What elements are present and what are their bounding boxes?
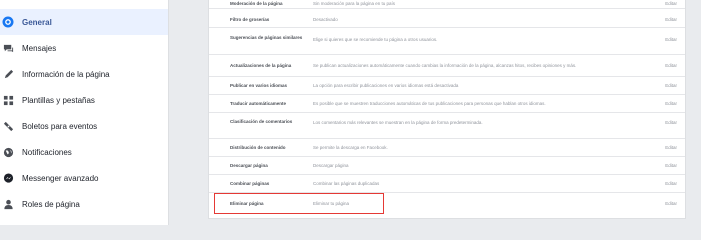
sidebar-item-templates-tabs[interactable]: Plantillas y pestañas [0,87,168,113]
settings-row-download-page[interactable]: Descargar página Descargar página Editar [209,157,685,175]
chat-bubble-icon [2,42,14,54]
setting-label: Descargar página [230,163,268,168]
setting-value: Elige si quieres que se recomiende tu pá… [313,37,438,42]
setting-label: Filtro de groserías [230,17,270,22]
sidebar-item-general[interactable]: General [0,9,168,35]
setting-label: Traducir automáticamente [230,101,287,106]
sidebar-item-messages[interactable]: Mensajes [0,35,168,61]
settings-row-page-updates[interactable]: Actualizaciones de la página Se publican… [209,55,685,77]
person-icon [2,198,14,210]
setting-label: Combinar páginas [230,181,270,186]
setting-value: Se permite la descarga en Facebook. [313,145,388,150]
pencil-icon [2,68,14,80]
setting-label: Publicar en varios idiomas [230,83,288,88]
setting-label: Distribución de contenido [230,145,286,150]
setting-value: Combinar las páginas duplicadas [313,181,380,186]
settings-row-auto-translate[interactable]: Traducir automáticamente Es posible que … [209,95,685,113]
setting-label: Actualizaciones de la página [230,63,292,68]
edit-link[interactable]: Editar [665,120,677,126]
settings-sidebar: General Mensajes Información de la págin… [0,0,169,225]
ticket-icon [2,120,14,132]
setting-value: Eliminar tu página [313,201,350,206]
setting-value: Sin moderación para la página en tu país [313,1,396,6]
sidebar-item-label: Messenger avanzado [22,173,99,183]
sidebar-item-page-roles[interactable]: Roles de página [0,191,168,217]
setting-value: Desactivado [313,17,338,22]
setting-value: Se publican actualizaciones automáticame… [313,63,577,68]
messenger-icon [2,172,14,184]
setting-value: Es posible que se muestren traducciones … [313,101,546,106]
sidebar-item-label: Roles de página [22,199,80,209]
settings-row-comment-ranking[interactable]: Clasificación de comentarios Los comenta… [209,113,685,139]
sidebar-item-label: General [22,17,52,27]
grid-icon [2,94,14,106]
setting-value: La opción para escribir publicaciones en… [313,83,459,88]
setting-label: Sugerencias de páginas similares [230,35,303,40]
settings-row-remove-page[interactable]: Eliminar página Eliminar tu página Edita… [209,193,685,218]
edit-link[interactable]: Editar [665,17,677,23]
edit-link[interactable]: Editar [665,163,677,169]
edit-link[interactable]: Editar [665,83,677,89]
sidebar-item-label: Información de la página [22,69,110,79]
settings-row-profanity-filter[interactable]: Filtro de groserías Desactivado Editar [209,9,685,28]
sidebar-item-notifications[interactable]: Notificaciones [0,139,168,165]
edit-link[interactable]: Editar [665,63,677,69]
general-settings-panel: Moderación de la página Sin moderación p… [208,0,686,219]
setting-label: Eliminar página [230,201,264,206]
sidebar-item-label: Boletos para eventos [22,121,98,131]
settings-row-multi-language-posts[interactable]: Publicar en varios idiomas La opción par… [209,77,685,95]
setting-value: Los comentarios más relevantes se muestr… [313,120,483,125]
sidebar-item-event-tickets[interactable]: Boletos para eventos [0,113,168,139]
sidebar-item-label: Plantillas y pestañas [22,95,95,105]
settings-row-merge-pages[interactable]: Combinar páginas Combinar las páginas du… [209,175,685,193]
edit-link[interactable]: Editar [665,181,677,187]
edit-link[interactable]: Editar [665,101,677,107]
edit-link[interactable]: Editar [665,1,677,7]
setting-value: Descargar página [313,163,349,168]
settings-row-content-distribution[interactable]: Distribución de contenido Se permite la … [209,139,685,157]
edit-link[interactable]: Editar [665,145,677,151]
setting-label: Moderación de la página [230,1,283,6]
gear-icon [2,16,14,28]
edit-link[interactable]: Editar [665,201,677,207]
sidebar-item-label: Notificaciones [22,147,72,157]
sidebar-item-advanced-messenger[interactable]: Messenger avanzado [0,165,168,191]
sidebar-item-page-info[interactable]: Información de la página [0,61,168,87]
globe-icon [2,146,14,158]
sidebar-item-label: Mensajes [22,43,57,53]
setting-label: Clasificación de comentarios [230,119,293,124]
settings-row-page-moderation[interactable]: Moderación de la página Sin moderación p… [209,0,685,9]
edit-link[interactable]: Editar [665,37,677,43]
page-settings-screen: General Mensajes Información de la págin… [0,0,701,225]
settings-row-similar-page-suggestions[interactable]: Sugerencias de páginas similares Elige s… [209,28,685,55]
